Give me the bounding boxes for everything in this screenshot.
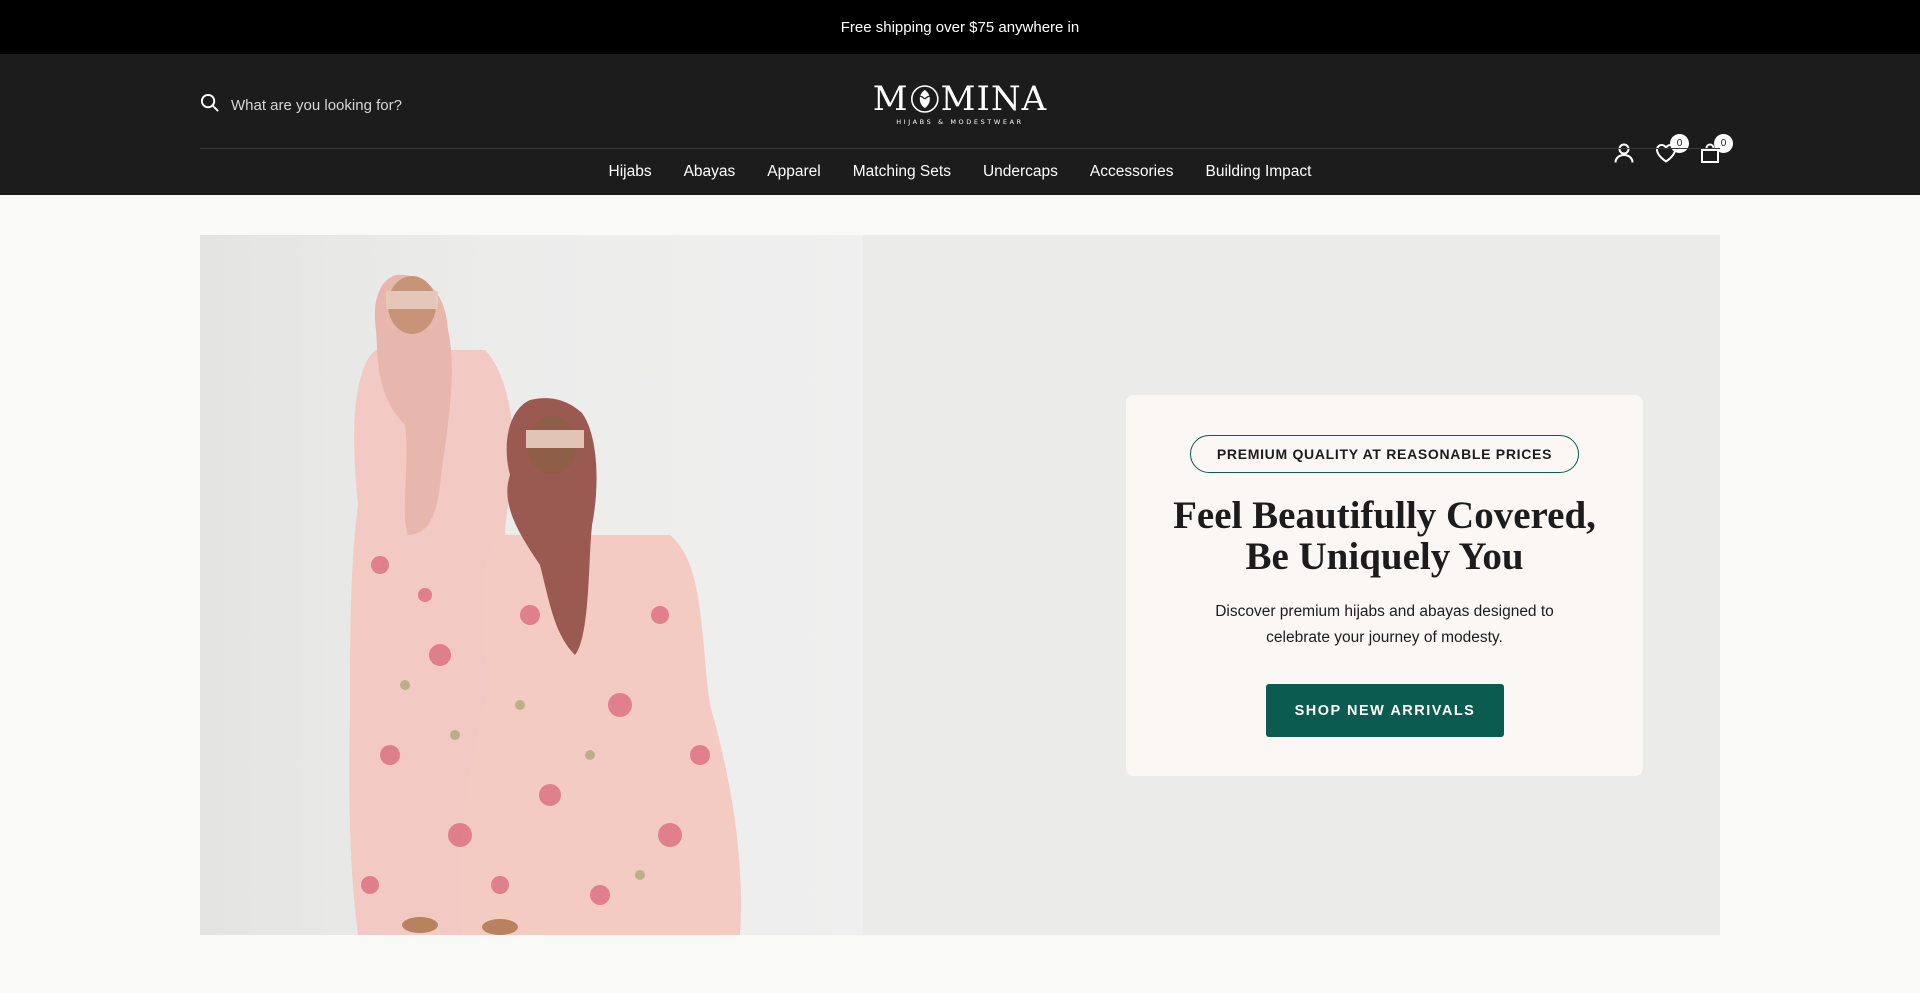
nav-item-hijabs[interactable]: Hijabs <box>609 163 652 181</box>
nav-item-accessories[interactable]: Accessories <box>1090 163 1174 181</box>
header-top-row: M MINA HIJABS & MODESTWEAR <box>200 54 1720 149</box>
nav-item-apparel[interactable]: Apparel <box>767 163 820 181</box>
hero-subtext-line-2: celebrate your journey of modesty. <box>1266 629 1503 646</box>
hero-photo <box>200 235 863 935</box>
hero-headline-line-1: Feel Beautifully Covered, <box>1173 494 1596 537</box>
search-input[interactable] <box>231 96 491 114</box>
logo-tagline: HIJABS & MODESTWEAR <box>896 118 1024 126</box>
nav-item-abayas[interactable]: Abayas <box>684 163 736 181</box>
brand-logo[interactable]: M MINA HIJABS & MODESTWEAR <box>873 81 1047 126</box>
site-header: M MINA HIJABS & MODESTWEAR 0 <box>0 54 1920 195</box>
main-nav: Hijabs Abayas Apparel Matching Sets Unde… <box>0 149 1920 195</box>
hero-banner: PREMIUM QUALITY AT REASONABLE PRICES Fee… <box>200 235 1720 935</box>
next-section-heading-peek <box>790 978 930 993</box>
nav-item-matching-sets[interactable]: Matching Sets <box>853 163 951 181</box>
hero-headline-line-2: Be Uniquely You <box>1245 535 1524 578</box>
shop-new-arrivals-button[interactable]: SHOP NEW ARRIVALS <box>1266 684 1504 737</box>
announcement-text: Free shipping over $75 anywhere in <box>840 18 1080 36</box>
rose-logo-icon <box>910 84 940 114</box>
hero-subtext: Discover premium hijabs and abayas desig… <box>1206 599 1563 651</box>
nav-item-building-impact[interactable]: Building Impact <box>1205 163 1311 181</box>
logo-wordmark: M MINA <box>872 79 1048 119</box>
hero-subtext-line-1: Discover premium hijabs and abayas desig… <box>1215 603 1554 620</box>
nav-item-undercaps[interactable]: Undercaps <box>983 163 1058 181</box>
hero-headline: Feel Beautifully Covered, Be Uniquely Yo… <box>1126 495 1643 577</box>
search-bar[interactable] <box>200 85 491 125</box>
search-icon[interactable] <box>200 93 219 117</box>
hero-content-card: PREMIUM QUALITY AT REASONABLE PRICES Fee… <box>1126 395 1643 776</box>
hero-tagline-badge: PREMIUM QUALITY AT REASONABLE PRICES <box>1190 435 1579 473</box>
announcement-bar: Free shipping over $75 anywhere in <box>0 0 1920 54</box>
hero-models-illustration <box>349 274 741 935</box>
